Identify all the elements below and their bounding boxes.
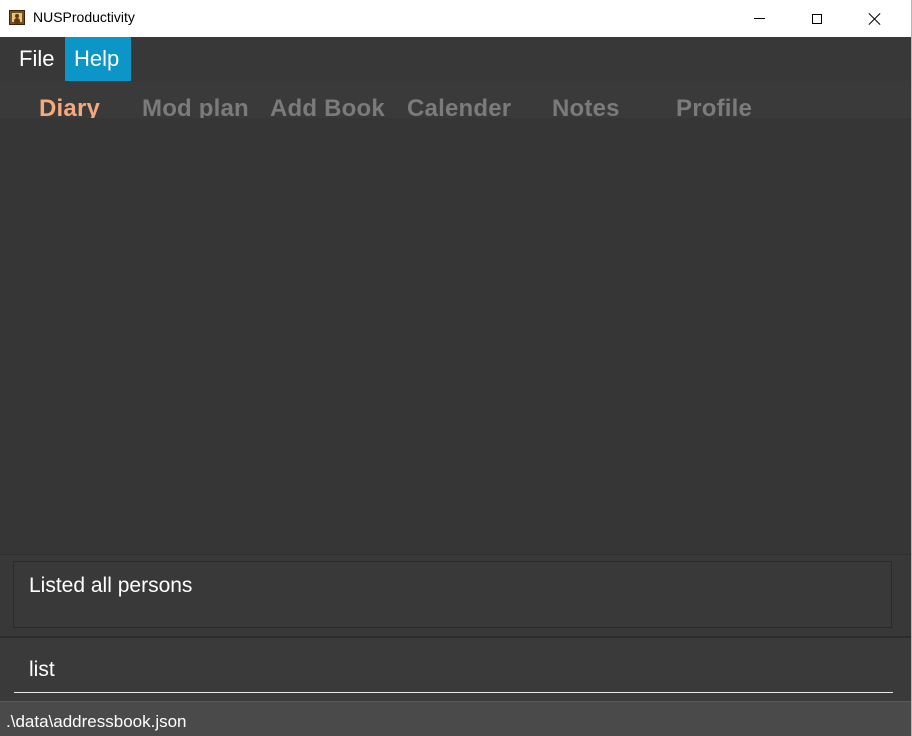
window-title: NUSProductivity [33,9,135,25]
tab-diary[interactable]: Diary [39,95,100,118]
tab-notes[interactable]: Notes [552,95,620,118]
save-location: .\data\addressbook.json [6,712,187,731]
tab-profile[interactable]: Profile [676,95,752,118]
command-input[interactable] [14,648,893,693]
minimize-icon [753,18,765,19]
tab-add-book[interactable]: Add Book [270,95,385,118]
result-message: Listed all persons [29,574,193,597]
close-button[interactable] [846,0,904,37]
tab-bar: Diary Mod plan Add Book Calender Notes P… [0,81,911,118]
tab-mod-plan[interactable]: Mod plan [142,95,249,118]
menu-bar: File Help [0,37,911,81]
close-icon [868,12,882,26]
menu-help[interactable]: Help [65,37,131,81]
maximize-icon [812,13,822,24]
tab-content-panel [0,118,911,554]
minimize-button[interactable] [730,0,788,37]
result-display: Listed all persons [0,554,911,636]
maximize-button[interactable] [788,0,846,37]
address-book-icon [9,10,25,25]
title-bar[interactable]: NUSProductivity [0,0,911,37]
menu-file[interactable]: File [10,37,63,81]
status-bar: .\data\addressbook.json [0,701,911,736]
command-box [0,636,911,701]
result-box: Listed all persons [13,561,892,628]
tab-calender[interactable]: Calender [407,95,511,118]
app-window: NUSProductivity File Help Diary Mod plan… [0,0,912,736]
